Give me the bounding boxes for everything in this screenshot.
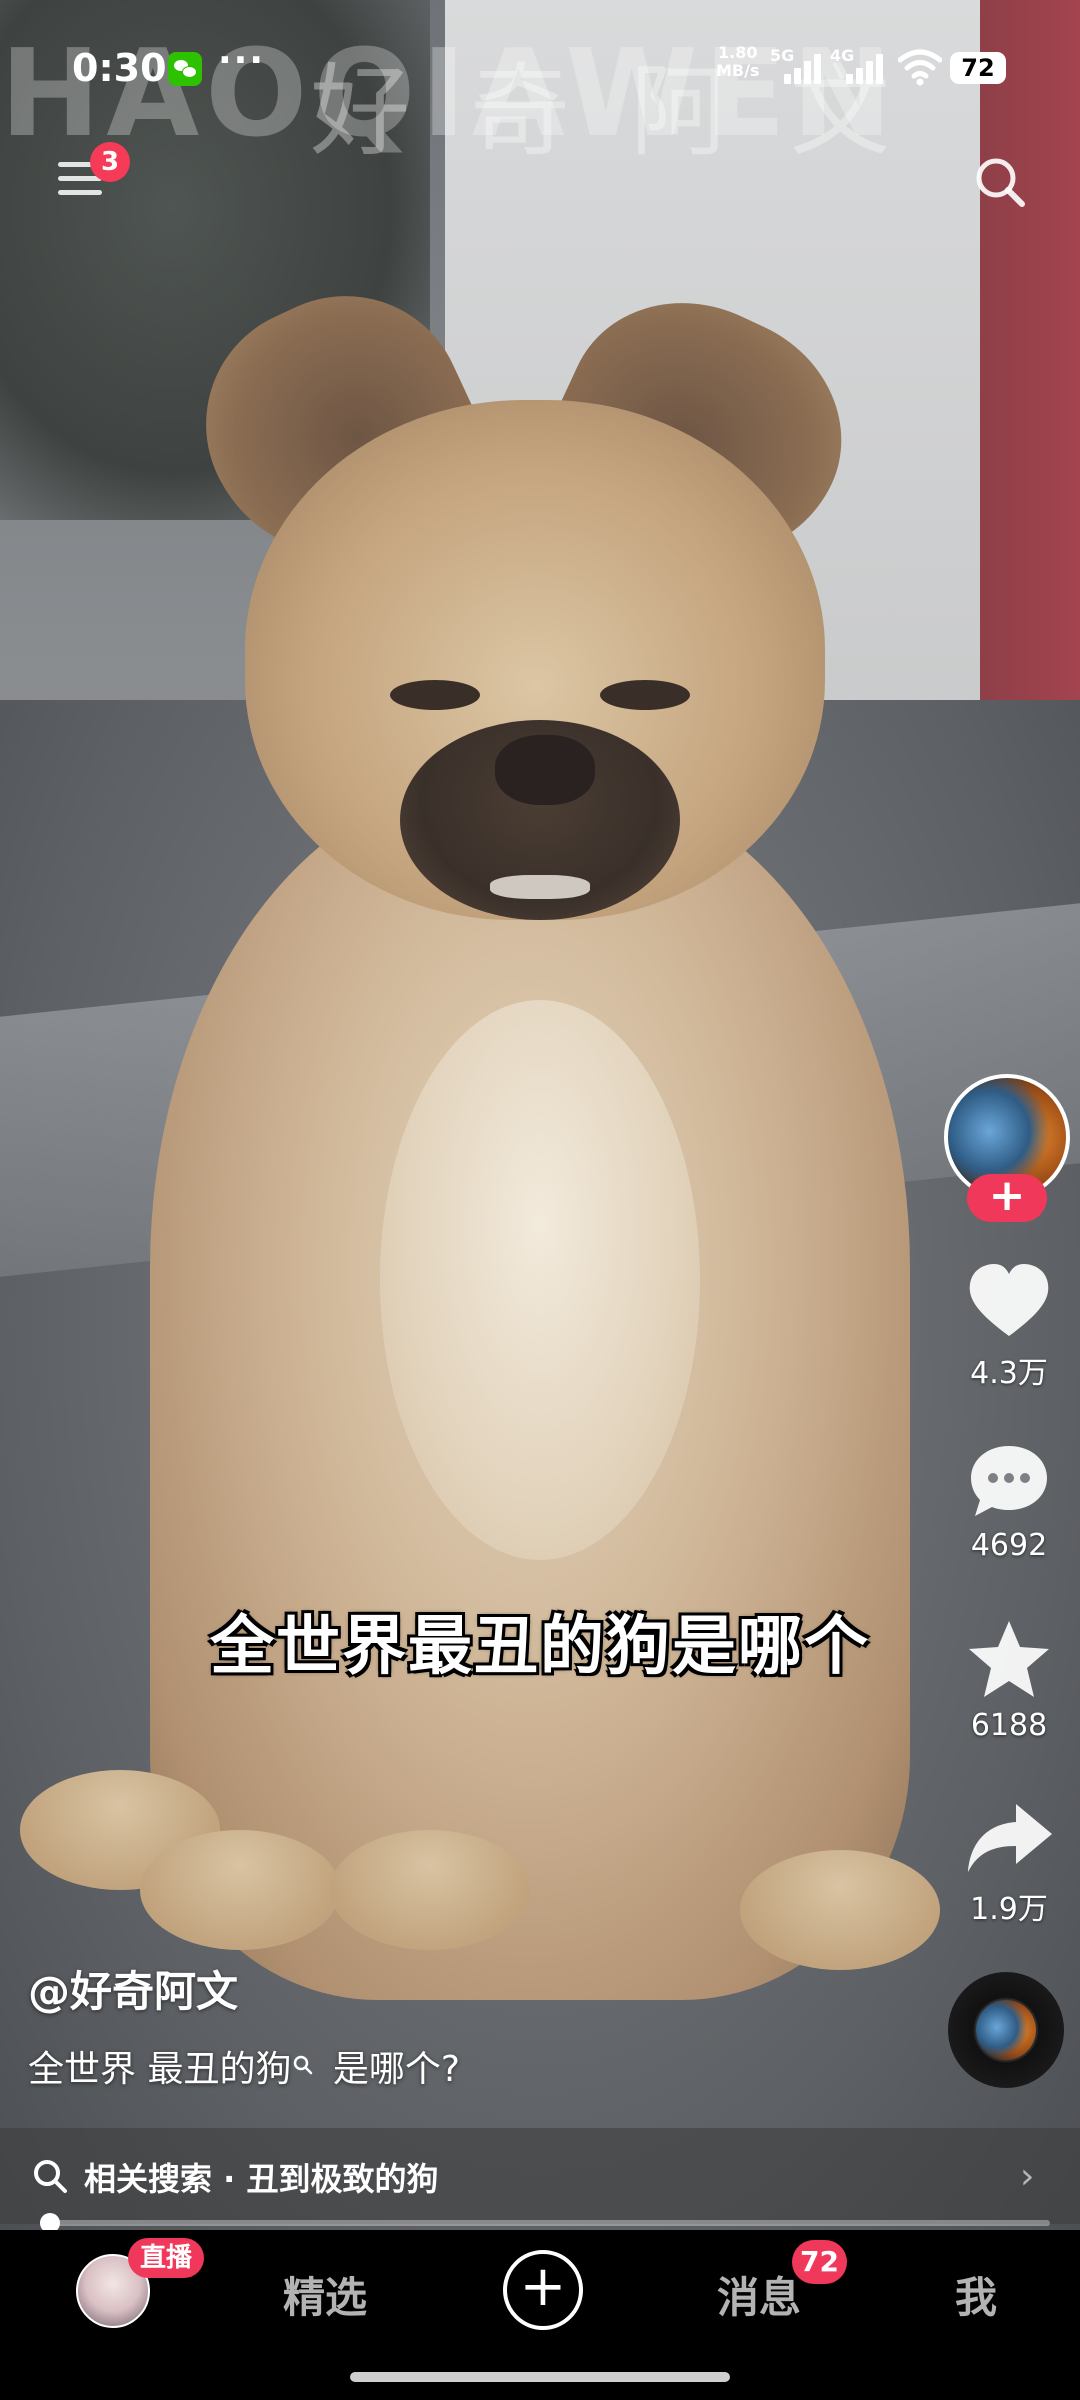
home-indicator[interactable] <box>350 2372 730 2382</box>
tab-messages[interactable]: 消息 <box>717 2264 801 2325</box>
related-search-label: 相关搜索 · 丑到极致的狗 <box>84 2160 439 2198</box>
star-icon <box>969 1621 1049 1697</box>
related-search-bar[interactable]: 相关搜索 · 丑到极致的狗 › <box>0 2128 1080 2224</box>
share-count: 1.9万 <box>970 1892 1048 1927</box>
dog-front-right-paw <box>330 1830 530 1950</box>
follow-button[interactable]: + <box>967 1174 1047 1222</box>
status-bar: 0:30 ··· 1.80 MB/s 5G 4G 72 <box>0 0 1080 140</box>
favorite-button[interactable]: 6188 <box>944 1618 1074 1743</box>
share-arrow-icon <box>968 1804 1052 1872</box>
tab-me[interactable]: 我 <box>955 2264 997 2325</box>
dog-teeth <box>490 875 590 899</box>
share-button[interactable]: 1.9万 <box>944 1800 1074 1928</box>
video-progress-bar[interactable] <box>40 2213 1050 2233</box>
wifi-icon <box>898 49 942 86</box>
more-notifications-icon: ··· <box>218 40 266 81</box>
wechat-notification-icon <box>168 52 202 86</box>
comment-button[interactable]: 4692 <box>944 1442 1074 1563</box>
live-badge: 直播 <box>128 2238 205 2278</box>
status-time: 0:30 <box>72 46 167 90</box>
description-text-1: 全世界 最丑的狗 <box>28 2049 292 2090</box>
dog-left-eye <box>390 680 480 710</box>
dog-front-left-paw <box>140 1830 340 1950</box>
music-disc[interactable] <box>948 1972 1064 2088</box>
comment-icon <box>971 1446 1047 1516</box>
heart-icon <box>969 1264 1049 1336</box>
author-name[interactable]: @好奇阿文 <box>28 1958 238 2019</box>
search-icon <box>34 2160 67 2193</box>
dog-chest <box>380 1000 700 1560</box>
signal-strength-icon-1 <box>784 52 826 84</box>
create-post-button[interactable]: + <box>503 2250 583 2330</box>
dog-right-eye <box>600 680 690 710</box>
description-text-2: 是哪个? <box>321 2049 461 2090</box>
bottom-navigation: 直播 精选 + 消息 72 我 <box>0 2230 1080 2400</box>
messages-badge: 72 <box>792 2240 847 2284</box>
dog-nose <box>495 735 595 805</box>
network-speed: 1.80 MB/s <box>716 44 759 80</box>
favorite-count: 6188 <box>970 1708 1048 1743</box>
signal-strength-icon-2 <box>846 52 888 84</box>
post-description: 全世界 最丑的狗 是哪个? <box>28 2040 460 2092</box>
like-button[interactable]: 4.3万 <box>944 1262 1074 1392</box>
inline-search-icon[interactable] <box>293 2055 313 2075</box>
battery-indicator: 72 <box>950 52 1006 84</box>
network-speed-unit: MB/s <box>716 61 760 80</box>
video-player[interactable]: HAOQIAWEN 好奇阿文 全世界最丑的狗是哪个 <box>0 0 1080 2230</box>
dog-back-right-paw <box>740 1850 940 1970</box>
like-count: 4.3万 <box>970 1356 1048 1391</box>
comment-count: 4692 <box>970 1528 1048 1563</box>
search-icon[interactable] <box>970 152 1030 212</box>
menu-badge: 3 <box>90 142 130 182</box>
chevron-right-icon: › <box>1020 2156 1035 2197</box>
music-cover <box>976 2000 1036 2060</box>
network-speed-value: 1.80 <box>718 43 758 62</box>
tab-featured[interactable]: 精选 <box>283 2264 367 2325</box>
video-subtitle: 全世界最丑的狗是哪个 <box>210 1610 870 1684</box>
